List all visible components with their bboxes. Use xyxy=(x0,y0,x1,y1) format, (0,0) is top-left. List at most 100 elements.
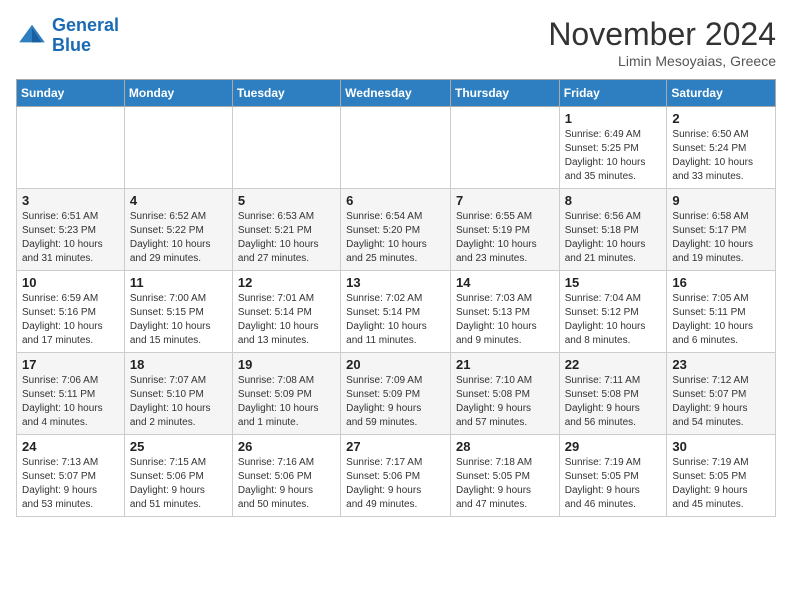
day-number: 17 xyxy=(22,357,119,372)
calendar-cell xyxy=(17,107,125,189)
calendar-cell: 4Sunrise: 6:52 AM Sunset: 5:22 PM Daylig… xyxy=(124,189,232,271)
calendar-weekday-wednesday: Wednesday xyxy=(341,80,451,107)
calendar-cell: 14 Sunrise: 7:03 AM Sunset: 5:13 PM Dayli… xyxy=(450,271,559,353)
day-info: Sunrise: 7:01 AM Sunset: 5:14 PM Dayligh… xyxy=(238,292,335,348)
day-info: Sunrise: 7:11 AM Sunset: 5:08 PM Dayligh… xyxy=(565,374,662,430)
logo-line2: Blue xyxy=(52,35,91,55)
calendar-cell: 22 Sunrise: 7:11 AM Sunset: 5:08 PM Dayli… xyxy=(559,353,667,435)
month-title: November 2024 xyxy=(548,16,776,53)
day-number: 20 xyxy=(346,357,445,372)
day-info: Sunrise: 7:17 AM Sunset: 5:06 PM Dayligh… xyxy=(346,456,445,512)
day-number: 24 xyxy=(22,439,119,454)
day-number: 3 xyxy=(22,193,119,208)
calendar-cell: 8Sunrise: 6:56 AM Sunset: 5:18 PM Daylig… xyxy=(559,189,667,271)
title-block: November 2024 Limin Mesoyaias, Greece xyxy=(548,16,776,69)
day-info: Sunrise: 7:18 AM Sunset: 5:05 PM Dayligh… xyxy=(456,456,554,512)
day-info: Sunrise: 6:54 AM Sunset: 5:20 PM Dayligh… xyxy=(346,210,445,266)
calendar-cell: 25Sunrise: 7:15 AM Sunset: 5:06 PM Dayli… xyxy=(124,435,232,517)
day-number: 5 xyxy=(238,193,335,208)
calendar-cell: 13Sunrise: 7:02 AM Sunset: 5:14 PM Dayli… xyxy=(341,271,451,353)
day-info: Sunrise: 7:06 AM Sunset: 5:11 PM Dayligh… xyxy=(22,374,119,430)
day-info: Sunrise: 7:08 AM Sunset: 5:09 PM Dayligh… xyxy=(238,374,335,430)
day-info: Sunrise: 6:59 AM Sunset: 5:16 PM Dayligh… xyxy=(22,292,119,348)
calendar-cell: 15 Sunrise: 7:04 AM Sunset: 5:12 PM Dayli… xyxy=(559,271,667,353)
day-number: 22 xyxy=(565,357,662,372)
calendar-weekday-thursday: Thursday xyxy=(450,80,559,107)
calendar-cell: 26 Sunrise: 7:16 AM Sunset: 5:06 PM Dayli… xyxy=(232,435,340,517)
calendar-cell: 12 Sunrise: 7:01 AM Sunset: 5:14 PM Dayli… xyxy=(232,271,340,353)
day-info: Sunrise: 6:56 AM Sunset: 5:18 PM Dayligh… xyxy=(565,210,662,266)
calendar-cell: 9 Sunrise: 6:58 AM Sunset: 5:17 PM Daylig… xyxy=(667,189,776,271)
day-number: 29 xyxy=(565,439,662,454)
calendar-cell: 28 Sunrise: 7:18 AM Sunset: 5:05 PM Dayli… xyxy=(450,435,559,517)
calendar-weekday-sunday: Sunday xyxy=(17,80,125,107)
day-info: Sunrise: 6:51 AM Sunset: 5:23 PM Dayligh… xyxy=(22,210,119,266)
calendar-cell: 21 Sunrise: 7:10 AM Sunset: 5:08 PM Dayli… xyxy=(450,353,559,435)
day-number: 12 xyxy=(238,275,335,290)
calendar-week-4: 17 Sunrise: 7:06 AM Sunset: 5:11 PM Dayli… xyxy=(17,353,776,435)
calendar-cell: 3 Sunrise: 6:51 AM Sunset: 5:23 PM Daylig… xyxy=(17,189,125,271)
logo-icon xyxy=(16,20,48,52)
calendar-cell: 11 Sunrise: 7:00 AM Sunset: 5:15 PM Dayli… xyxy=(124,271,232,353)
calendar-week-1: 1Sunrise: 6:49 AM Sunset: 5:25 PM Daylig… xyxy=(17,107,776,189)
calendar-header-row: SundayMondayTuesdayWednesdayThursdayFrid… xyxy=(17,80,776,107)
day-info: Sunrise: 7:04 AM Sunset: 5:12 PM Dayligh… xyxy=(565,292,662,348)
day-number: 13 xyxy=(346,275,445,290)
calendar-weekday-tuesday: Tuesday xyxy=(232,80,340,107)
calendar-cell: 18Sunrise: 7:07 AM Sunset: 5:10 PM Dayli… xyxy=(124,353,232,435)
calendar-cell: 7Sunrise: 6:55 AM Sunset: 5:19 PM Daylig… xyxy=(450,189,559,271)
location: Limin Mesoyaias, Greece xyxy=(548,53,776,69)
calendar-cell: 10 Sunrise: 6:59 AM Sunset: 5:16 PM Dayli… xyxy=(17,271,125,353)
day-info: Sunrise: 7:12 AM Sunset: 5:07 PM Dayligh… xyxy=(672,374,770,430)
calendar-cell xyxy=(450,107,559,189)
logo-line1: General xyxy=(52,15,119,35)
day-number: 25 xyxy=(130,439,227,454)
calendar-cell: 20Sunrise: 7:09 AM Sunset: 5:09 PM Dayli… xyxy=(341,353,451,435)
calendar-week-3: 10 Sunrise: 6:59 AM Sunset: 5:16 PM Dayli… xyxy=(17,271,776,353)
day-number: 14 xyxy=(456,275,554,290)
day-info: Sunrise: 7:03 AM Sunset: 5:13 PM Dayligh… xyxy=(456,292,554,348)
calendar-table: SundayMondayTuesdayWednesdayThursdayFrid… xyxy=(16,79,776,517)
calendar-cell xyxy=(232,107,340,189)
day-info: Sunrise: 6:52 AM Sunset: 5:22 PM Dayligh… xyxy=(130,210,227,266)
day-number: 15 xyxy=(565,275,662,290)
day-info: Sunrise: 6:58 AM Sunset: 5:17 PM Dayligh… xyxy=(672,210,770,266)
day-info: Sunrise: 7:19 AM Sunset: 5:05 PM Dayligh… xyxy=(672,456,770,512)
day-info: Sunrise: 7:00 AM Sunset: 5:15 PM Dayligh… xyxy=(130,292,227,348)
day-number: 11 xyxy=(130,275,227,290)
day-number: 28 xyxy=(456,439,554,454)
day-number: 26 xyxy=(238,439,335,454)
calendar-week-5: 24Sunrise: 7:13 AM Sunset: 5:07 PM Dayli… xyxy=(17,435,776,517)
day-number: 30 xyxy=(672,439,770,454)
calendar-cell: 5 Sunrise: 6:53 AM Sunset: 5:21 PM Daylig… xyxy=(232,189,340,271)
day-info: Sunrise: 6:50 AM Sunset: 5:24 PM Dayligh… xyxy=(672,128,770,184)
day-info: Sunrise: 6:49 AM Sunset: 5:25 PM Dayligh… xyxy=(565,128,662,184)
day-info: Sunrise: 7:05 AM Sunset: 5:11 PM Dayligh… xyxy=(672,292,770,348)
day-number: 19 xyxy=(238,357,335,372)
day-info: Sunrise: 7:16 AM Sunset: 5:06 PM Dayligh… xyxy=(238,456,335,512)
day-number: 21 xyxy=(456,357,554,372)
logo-text: General Blue xyxy=(52,16,119,56)
day-number: 23 xyxy=(672,357,770,372)
day-number: 10 xyxy=(22,275,119,290)
calendar-cell: 16 Sunrise: 7:05 AM Sunset: 5:11 PM Dayli… xyxy=(667,271,776,353)
calendar-cell: 19 Sunrise: 7:08 AM Sunset: 5:09 PM Dayli… xyxy=(232,353,340,435)
calendar-cell: 29 Sunrise: 7:19 AM Sunset: 5:05 PM Dayli… xyxy=(559,435,667,517)
page-header: General Blue November 2024 Limin Mesoyai… xyxy=(16,16,776,69)
calendar-cell: 6 Sunrise: 6:54 AM Sunset: 5:20 PM Daylig… xyxy=(341,189,451,271)
day-info: Sunrise: 7:07 AM Sunset: 5:10 PM Dayligh… xyxy=(130,374,227,430)
calendar-cell: 2 Sunrise: 6:50 AM Sunset: 5:24 PM Daylig… xyxy=(667,107,776,189)
day-info: Sunrise: 7:10 AM Sunset: 5:08 PM Dayligh… xyxy=(456,374,554,430)
calendar-cell xyxy=(124,107,232,189)
calendar-cell: 17 Sunrise: 7:06 AM Sunset: 5:11 PM Dayli… xyxy=(17,353,125,435)
day-info: Sunrise: 7:19 AM Sunset: 5:05 PM Dayligh… xyxy=(565,456,662,512)
day-number: 2 xyxy=(672,111,770,126)
day-number: 6 xyxy=(346,193,445,208)
day-number: 9 xyxy=(672,193,770,208)
calendar-cell xyxy=(341,107,451,189)
day-number: 7 xyxy=(456,193,554,208)
day-info: Sunrise: 6:53 AM Sunset: 5:21 PM Dayligh… xyxy=(238,210,335,266)
calendar-week-2: 3 Sunrise: 6:51 AM Sunset: 5:23 PM Daylig… xyxy=(17,189,776,271)
day-number: 27 xyxy=(346,439,445,454)
day-number: 16 xyxy=(672,275,770,290)
